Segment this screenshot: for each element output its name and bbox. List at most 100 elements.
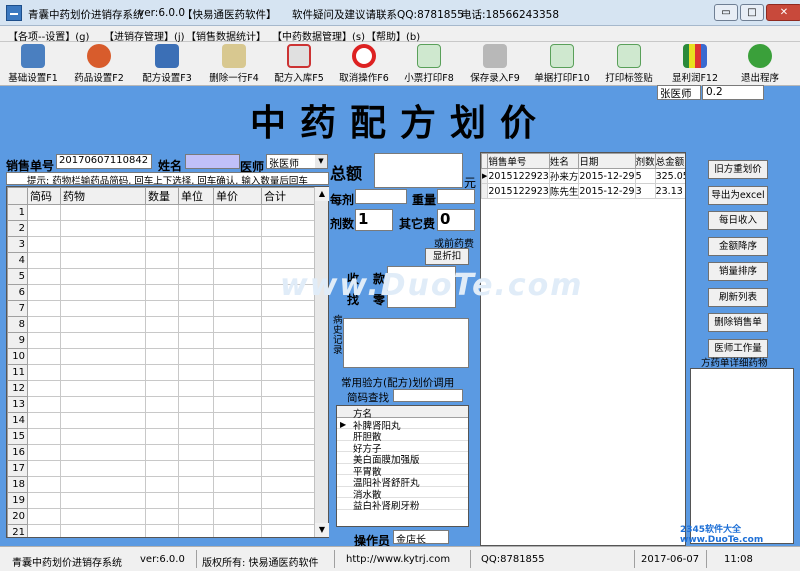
grid-cell[interactable] (145, 396, 179, 413)
grid-cell[interactable] (60, 508, 146, 525)
daily-income-button[interactable]: 每日收入 (708, 211, 768, 230)
grid-cell[interactable] (27, 524, 61, 537)
grid-cell[interactable] (60, 204, 146, 221)
detail-medicine-list[interactable] (690, 368, 794, 544)
grid-cell[interactable] (178, 492, 214, 509)
grid-cell[interactable] (145, 220, 179, 237)
grid-cell[interactable] (178, 348, 214, 365)
grid-column-header[interactable]: 单价 (213, 187, 262, 205)
grid-row[interactable]: 9 (7, 332, 317, 349)
grid-cell[interactable] (178, 252, 214, 269)
grid-cell[interactable] (213, 236, 262, 253)
grid-cell[interactable] (261, 524, 317, 537)
grid-cell[interactable] (60, 428, 146, 445)
grid-cell[interactable] (178, 444, 214, 461)
grid-cell[interactable] (213, 316, 262, 333)
grid-row[interactable]: 4 (7, 252, 317, 269)
prescription-list[interactable]: 方名 补脾肾阳丸 肝胆散 好方子 美白面膜加强版 平胃散 温阳补肾舒肝丸 消水散 益白补肾刷牙… (336, 405, 469, 527)
reprice-old-button[interactable]: 旧方重划价 (708, 160, 768, 179)
grid-row[interactable]: 6 (7, 284, 317, 301)
grid-cell[interactable] (261, 444, 317, 461)
show-profit-button[interactable]: 显利润F12 (662, 42, 728, 86)
cancel-button[interactable]: 取消操作F6 (332, 42, 396, 86)
grid-cell[interactable] (60, 268, 146, 285)
grid-cell[interactable] (27, 364, 61, 381)
grid-cell[interactable] (27, 348, 61, 365)
grid-cell[interactable] (60, 380, 146, 397)
history-row[interactable]: 2015122923 陈先生 2015-12-29 3 23.13 (481, 183, 685, 199)
grid-cell[interactable] (27, 220, 61, 237)
grid-cell[interactable] (261, 316, 317, 333)
prescription-item[interactable]: 温阳补肾舒肝丸 (337, 475, 468, 489)
grid-row[interactable]: 5 (7, 268, 317, 285)
grid-cell[interactable] (213, 380, 262, 397)
grid-cell[interactable] (60, 284, 146, 301)
grid-cell[interactable] (60, 524, 146, 537)
grid-cell[interactable] (60, 364, 146, 381)
menu-settings[interactable]: 【各项--设置】(g) (8, 28, 89, 43)
basic-settings-button[interactable]: 基础设置F1 (0, 42, 66, 86)
maximize-button[interactable]: □ (740, 4, 764, 21)
chevron-down-icon[interactable]: ▼ (315, 155, 327, 168)
delete-row-button[interactable]: 删除一行F4 (202, 42, 266, 86)
status-url[interactable]: http://www.kytrj.com (346, 554, 450, 565)
grid-cell[interactable] (60, 252, 146, 269)
grid-cell[interactable] (145, 284, 179, 301)
history-row[interactable]: ▶ 2015122923 孙来方 2015-12-29 5 325.05 (481, 168, 685, 184)
grid-cell[interactable] (261, 380, 317, 397)
grid-cell[interactable] (60, 348, 146, 365)
history-column-header[interactable]: 姓名 (548, 153, 580, 169)
grid-cell[interactable] (145, 460, 179, 477)
sales-history-table[interactable]: 销售单号 姓名 日期 剂数 总金额 ▶ 2015122923 孙来方 2015-12-29 5 3… (480, 152, 686, 546)
grid-row[interactable]: 13 (7, 396, 317, 413)
menu-sales-stats[interactable]: 【销售数据统计】 (186, 28, 266, 43)
grid-row[interactable]: 2 (7, 220, 317, 237)
grid-cell[interactable] (145, 508, 179, 525)
grid-cell[interactable] (60, 412, 146, 429)
history-column-header[interactable]: 销售单号 (487, 153, 550, 169)
grid-cell[interactable] (60, 332, 146, 349)
grid-cell[interactable] (145, 444, 179, 461)
grid-cell[interactable] (145, 348, 179, 365)
medicine-settings-button[interactable]: 药品设置F2 (66, 42, 132, 86)
grid-cell[interactable] (213, 524, 262, 537)
per-dose-field[interactable] (355, 189, 407, 204)
grid-cell[interactable] (213, 396, 262, 413)
discount-field[interactable]: 0.2 (702, 85, 764, 100)
save-button[interactable]: 保存录入F9 (462, 42, 528, 86)
grid-cell[interactable] (261, 204, 317, 221)
grid-cell[interactable] (213, 428, 262, 445)
grid-cell[interactable] (178, 204, 214, 221)
grid-cell[interactable] (178, 268, 214, 285)
grid-scrollbar[interactable]: ▲ ▼ (314, 187, 329, 537)
grid-cell[interactable] (145, 412, 179, 429)
grid-cell[interactable] (145, 524, 179, 537)
stock-in-button[interactable]: 配方入库F5 (266, 42, 332, 86)
prescription-item[interactable]: 益白补肾刷牙粉 (337, 498, 468, 512)
grid-cell[interactable] (261, 460, 317, 477)
grid-cell[interactable] (213, 268, 262, 285)
grid-cell[interactable] (178, 220, 214, 237)
grid-cell[interactable] (178, 460, 214, 477)
grid-cell[interactable] (145, 428, 179, 445)
grid-cell[interactable] (178, 524, 214, 537)
export-excel-button[interactable]: 导出为excel (708, 186, 768, 205)
grid-row[interactable]: 3 (7, 236, 317, 253)
patient-name-field[interactable] (185, 154, 240, 169)
grid-column-header[interactable]: 合计 (261, 187, 317, 205)
grid-cell[interactable] (145, 236, 179, 253)
grid-row[interactable]: 17 (7, 460, 317, 477)
grid-cell[interactable] (145, 476, 179, 493)
grid-row[interactable]: 21 (7, 524, 317, 537)
doctor-select[interactable]: 张医师 ▼ (266, 154, 328, 169)
sales-no-field[interactable]: 20170607110842 (56, 154, 152, 169)
grid-cell[interactable] (27, 268, 61, 285)
grid-cell[interactable] (145, 268, 179, 285)
grid-cell[interactable] (213, 412, 262, 429)
close-button[interactable]: ✕ (766, 4, 800, 21)
grid-cell[interactable] (213, 476, 262, 493)
refresh-list-button[interactable]: 刷新列表 (708, 288, 768, 307)
grid-cell[interactable] (178, 300, 214, 317)
grid-cell[interactable] (60, 396, 146, 413)
grid-cell[interactable] (178, 508, 214, 525)
